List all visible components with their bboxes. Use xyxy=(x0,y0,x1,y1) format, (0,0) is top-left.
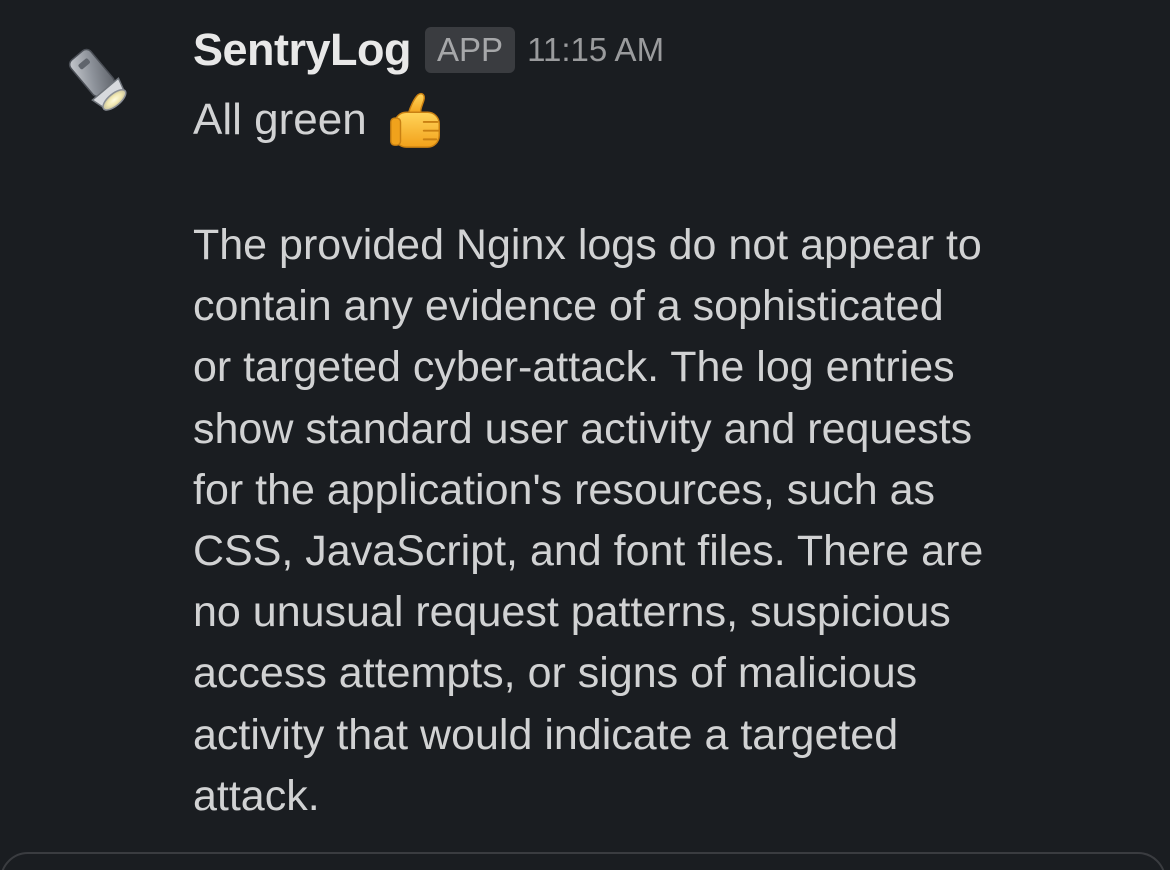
body-line: CSS, JavaScript, and font files. There a… xyxy=(193,527,984,576)
message-headline: All green xyxy=(193,88,447,152)
body-line: for the application's resources, such as xyxy=(193,465,935,514)
thumbs-up-icon xyxy=(389,92,440,148)
message-body: The provided Nginx logs do not appear to… xyxy=(193,215,1143,827)
body-line: access attempts, or signs of malicious xyxy=(193,649,918,698)
message-header: SentryLog APP 11:15 AM xyxy=(193,22,664,78)
body-line: The provided Nginx logs do not appear to xyxy=(193,221,982,269)
flashlight-icon[interactable] xyxy=(60,38,140,118)
message-timestamp[interactable]: 11:15 AM xyxy=(527,31,664,69)
sender-name[interactable]: SentryLog xyxy=(193,24,412,76)
body-line: no unusual request patterns, suspicious xyxy=(193,588,951,637)
body-line: contain any evidence of a sophisticated xyxy=(193,282,944,331)
headline-text: All green xyxy=(193,95,367,144)
message-composer[interactable] xyxy=(0,852,1166,870)
app-badge: APP xyxy=(425,27,516,73)
body-line: or targeted cyber-attack. The log entrie… xyxy=(193,343,955,392)
body-line: show standard user activity and requests xyxy=(193,404,973,453)
body-line: attack. xyxy=(193,771,320,820)
body-line: activity that would indicate a targeted xyxy=(193,710,899,759)
